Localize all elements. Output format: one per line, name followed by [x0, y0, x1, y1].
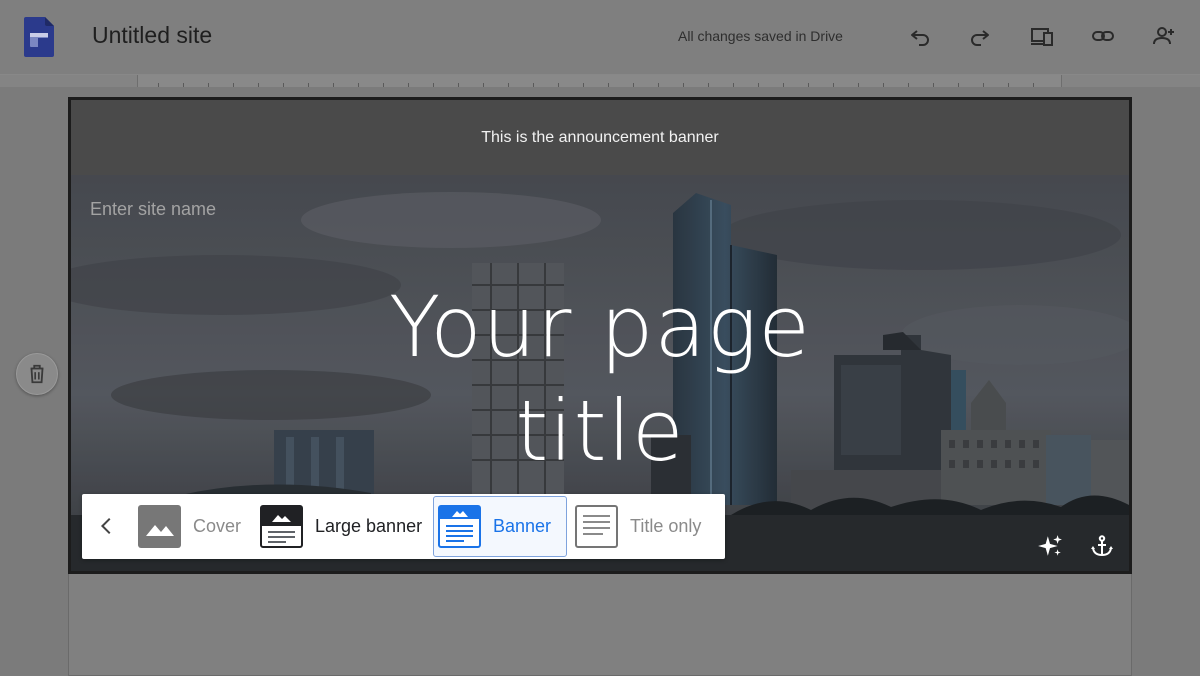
chevron-left-icon[interactable]: [92, 510, 122, 542]
title-only-layout-icon: [575, 505, 618, 548]
banner-layout-icon: [438, 505, 481, 548]
page-title[interactable]: Your page title: [71, 275, 1129, 483]
header-option-label: Cover: [193, 516, 242, 536]
announcement-text: This is the announcement banner: [481, 128, 719, 146]
cover-layout-icon: [138, 505, 181, 548]
delete-section-button[interactable]: [16, 353, 58, 395]
anchor-icon[interactable]: [1087, 531, 1117, 561]
ruler: [0, 74, 1200, 88]
header-option-label: Banner: [493, 516, 552, 536]
save-status: All changes saved in Drive: [678, 28, 843, 44]
add-person-icon[interactable]: [1148, 20, 1180, 52]
trash-icon: [30, 364, 44, 384]
preview-devices-icon[interactable]: [1026, 20, 1058, 52]
sparkle-icon[interactable]: [1035, 531, 1065, 561]
google-sites-logo[interactable]: [24, 17, 54, 57]
page-title-line: title: [515, 382, 685, 480]
header-option-cover[interactable]: Cover: [134, 496, 252, 557]
announcement-banner[interactable]: This is the announcement banner: [71, 100, 1129, 175]
large-banner-layout-icon: [260, 505, 303, 548]
site-name-input[interactable]: Enter site name: [90, 199, 216, 220]
link-icon[interactable]: [1087, 20, 1119, 52]
page-title-line: Your page: [389, 278, 811, 376]
header-option-title-only[interactable]: Title only: [571, 496, 711, 557]
header-option-label: Title only: [630, 516, 702, 536]
redo-icon[interactable]: [964, 20, 996, 52]
top-bar: Untitled site All changes saved in Drive: [0, 0, 1200, 74]
undo-icon[interactable]: [904, 20, 936, 52]
header-option-banner[interactable]: Banner: [433, 496, 567, 557]
header-type-chooser: Cover Large banner Banner Title only: [82, 494, 725, 559]
site-title[interactable]: Untitled site: [92, 22, 212, 49]
header-option-large-banner[interactable]: Large banner: [256, 496, 432, 557]
header-option-label: Large banner: [315, 516, 423, 536]
